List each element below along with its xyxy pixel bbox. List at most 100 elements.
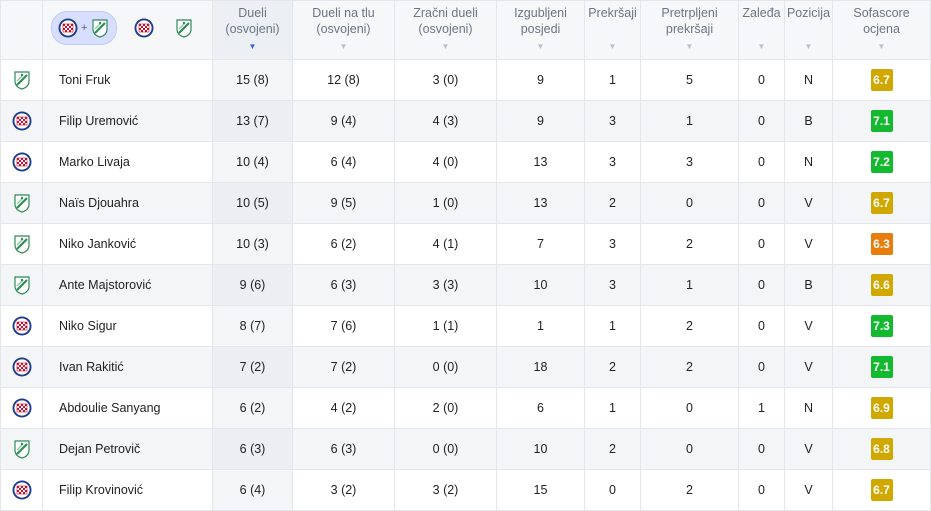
player-name[interactable]: Filip Krovinović — [42, 469, 213, 511]
aerial-duels-cell: 1 (1) — [394, 305, 497, 347]
aerial-duels-cell: 4 (0) — [394, 141, 497, 183]
filter-osijek-button[interactable] — [171, 15, 197, 41]
was-fouled-cell: 5 — [640, 59, 739, 101]
team-logo-cell — [0, 141, 43, 183]
sort-icon: ▼ — [441, 42, 450, 51]
table-row[interactable]: Niko Janković 10 (3) 6 (2) 4 (1) 7 3 2 0… — [0, 223, 931, 265]
table-row[interactable]: Ante Majstorović 9 (6) 6 (3) 3 (3) 10 3 … — [0, 264, 931, 306]
player-name[interactable]: Ante Majstorović — [42, 264, 213, 306]
offsides-cell: 0 — [738, 182, 785, 224]
team-logo-cell — [0, 182, 43, 224]
duels-cell: 6 (4) — [212, 469, 293, 511]
fouls-cell: 0 — [584, 469, 641, 511]
column-header-aerial-duels[interactable]: Zračni dueli (osvojeni) ▼ — [394, 0, 497, 60]
possession-lost-cell: 7 — [496, 223, 585, 265]
column-label: Izgubljeni posjedi — [514, 6, 567, 36]
duels-cell: 6 (3) — [212, 428, 293, 470]
offsides-cell: 0 — [738, 469, 785, 511]
ground-duels-cell: 6 (3) — [292, 264, 395, 306]
aerial-duels-cell: 4 (1) — [394, 223, 497, 265]
was-fouled-cell: 0 — [640, 428, 739, 470]
rating-badge: 7.3 — [870, 315, 893, 337]
position-cell: V — [784, 182, 833, 224]
offsides-cell: 0 — [738, 223, 785, 265]
column-label: Zračni dueli (osvojeni) — [413, 6, 478, 36]
hajduk-crest-icon — [12, 111, 32, 131]
ground-duels-cell: 6 (4) — [292, 141, 395, 183]
rating-badge: 6.3 — [870, 233, 893, 255]
duels-cell: 7 (2) — [212, 346, 293, 388]
rating-cell: 7.2 — [832, 141, 931, 183]
player-name[interactable]: Toni Fruk — [42, 59, 213, 101]
sort-icon: ▼ — [804, 42, 813, 51]
fouls-cell: 3 — [584, 141, 641, 183]
sort-icon: ▼ — [536, 42, 545, 51]
rating-badge: 6.9 — [870, 397, 893, 419]
duels-cell: 10 (3) — [212, 223, 293, 265]
position-cell: B — [784, 264, 833, 306]
hajduk-crest-icon — [134, 18, 154, 38]
hajduk-crest-icon — [12, 357, 32, 377]
player-name[interactable]: Ivan Rakitić — [42, 346, 213, 388]
hajduk-crest-icon — [12, 152, 32, 172]
possession-lost-cell: 10 — [496, 264, 585, 306]
player-name[interactable]: Abdoulie Sanyang — [42, 387, 213, 429]
rating-badge: 6.7 — [870, 479, 893, 501]
duels-cell: 6 (2) — [212, 387, 293, 429]
rating-cell: 6.7 — [832, 182, 931, 224]
rating-cell: 6.3 — [832, 223, 931, 265]
aerial-duels-cell: 1 (0) — [394, 182, 497, 224]
ground-duels-cell: 6 (3) — [292, 428, 395, 470]
filter-hajduk-button[interactable] — [131, 15, 157, 41]
rating-cell: 6.8 — [832, 428, 931, 470]
was-fouled-cell: 2 — [640, 305, 739, 347]
team-logo-cell — [0, 223, 43, 265]
table-row[interactable]: Naïs Djouahra 10 (5) 9 (5) 1 (0) 13 2 0 … — [0, 182, 931, 224]
table-row[interactable]: Filip Krovinović 6 (4) 3 (2) 3 (2) 15 0 … — [0, 469, 931, 511]
offsides-cell: 0 — [738, 346, 785, 388]
table-row[interactable]: Filip Uremović 13 (7) 9 (4) 4 (3) 9 3 1 … — [0, 100, 931, 142]
offsides-cell: 0 — [738, 59, 785, 101]
hajduk-crest-icon — [12, 398, 32, 418]
rating-cell: 6.6 — [832, 264, 931, 306]
column-label: Pozicija — [786, 6, 831, 20]
rating-badge: 7.1 — [870, 356, 893, 378]
player-name[interactable]: Naïs Djouahra — [42, 182, 213, 224]
rating-cell: 7.1 — [832, 100, 931, 142]
rating-cell: 6.7 — [832, 59, 931, 101]
column-header-rating[interactable]: Sofascore ocjena ▼ — [832, 0, 931, 60]
column-header-position[interactable]: Pozicija ▼ — [784, 0, 833, 60]
table-row[interactable]: Marko Livaja 10 (4) 6 (4) 4 (0) 13 3 3 0… — [0, 141, 931, 183]
team-logo-cell — [0, 469, 43, 511]
player-name[interactable]: Filip Uremović — [42, 100, 213, 142]
offsides-cell: 0 — [738, 100, 785, 142]
fouls-cell: 1 — [584, 387, 641, 429]
aerial-duels-cell: 3 (3) — [394, 264, 497, 306]
player-name[interactable]: Marko Livaja — [42, 141, 213, 183]
fouls-cell: 2 — [584, 182, 641, 224]
column-header-fouls[interactable]: Prekršaji ▼ — [584, 0, 641, 60]
table-row[interactable]: Niko Sigur 8 (7) 7 (6) 1 (1) 1 1 2 0 V 7… — [0, 305, 931, 347]
sort-desc-icon: ▼ — [248, 42, 257, 51]
duels-cell: 10 (4) — [212, 141, 293, 183]
table-row[interactable]: Dejan Petrovič 6 (3) 6 (3) 0 (0) 10 2 0 … — [0, 428, 931, 470]
column-header-ground-duels[interactable]: Dueli na tlu (osvojeni) ▼ — [292, 0, 395, 60]
osijek-crest-icon — [12, 276, 32, 295]
position-cell: N — [784, 59, 833, 101]
column-header-duels[interactable]: Dueli (osvojeni) ▼ — [212, 0, 293, 60]
rating-badge: 7.2 — [870, 151, 893, 173]
was-fouled-cell: 2 — [640, 346, 739, 388]
hajduk-crest-icon — [12, 316, 32, 336]
table-row[interactable]: Abdoulie Sanyang 6 (2) 4 (2) 2 (0) 6 1 0… — [0, 387, 931, 429]
table-row[interactable]: Toni Fruk 15 (8) 12 (8) 3 (0) 9 1 5 0 N … — [0, 59, 931, 101]
player-name[interactable]: Niko Sigur — [42, 305, 213, 347]
table-row[interactable]: Ivan Rakitić 7 (2) 7 (2) 0 (0) 18 2 2 0 … — [0, 346, 931, 388]
filter-both-teams-button[interactable]: + — [51, 11, 118, 45]
column-header-was-fouled[interactable]: Pretrpljeni prekršaji ▼ — [640, 0, 739, 60]
osijek-crest-icon — [12, 440, 32, 459]
player-name[interactable]: Dejan Petrovič — [42, 428, 213, 470]
rating-badge: 6.7 — [870, 192, 893, 214]
column-header-offsides[interactable]: Zaleđa ▼ — [738, 0, 785, 60]
player-name[interactable]: Niko Janković — [42, 223, 213, 265]
column-header-possession-lost[interactable]: Izgubljeni posjedi ▼ — [496, 0, 585, 60]
